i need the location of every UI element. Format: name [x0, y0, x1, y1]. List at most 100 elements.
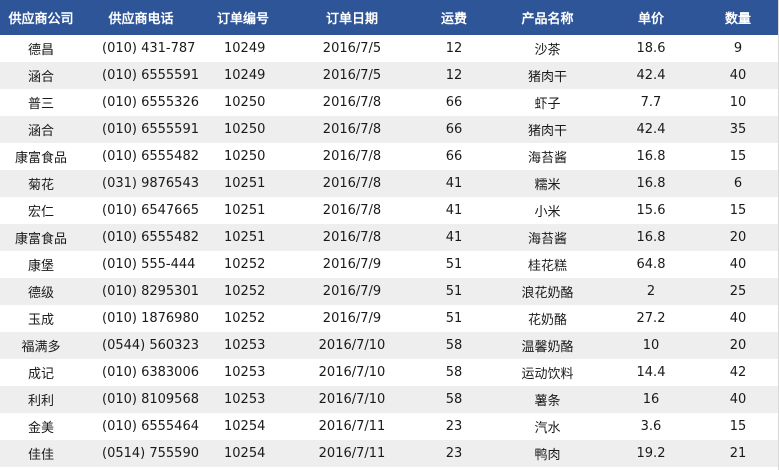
- order-date-cell: 2016/7/11: [318, 446, 386, 461]
- table-row[interactable]: 菊花 (031) 9876543 10251 2016/7/8 41 糯米 16.8 6: [0, 170, 778, 197]
- quantity-cell: 35: [729, 122, 747, 137]
- order-date-cell: 2016/7/8: [322, 230, 382, 245]
- product-name-cell: 浪花奶酪: [521, 286, 574, 301]
- order-date-cell: 2016/7/8: [322, 122, 382, 137]
- supplier-phone-cell: (0514) 755590: [102, 446, 199, 461]
- supplier-phone-cell: (010) 6555464: [102, 419, 199, 434]
- table-row[interactable]: 普三 (010) 6555326 10250 2016/7/8 66 虾子 7.7 10: [0, 89, 778, 116]
- header-freight[interactable]: 运费: [418, 0, 490, 35]
- quantity-cell: 21: [729, 446, 747, 461]
- unit-price-cell: 16.8: [636, 176, 666, 191]
- supplier-company-cell: 康富食品: [14, 232, 67, 247]
- freight-cell: 41: [445, 176, 463, 191]
- supplier-company-cell: 福满多: [21, 340, 61, 355]
- data-table-container: 供应商公司 供应商电话 订单编号 订单日期 运费 产品名称 单价 数量 德昌 (0…: [0, 0, 779, 470]
- header-unit-price[interactable]: 单价: [605, 0, 697, 35]
- table-row[interactable]: 康富食品 (010) 6555482 10250 2016/7/8 66 海苔酱 16.8 1…: [0, 143, 778, 170]
- supplier-phone-cell: (0544) 560323: [102, 338, 199, 353]
- order-id-cell: 10252: [224, 257, 266, 272]
- header-supplier-company[interactable]: 供应商公司: [0, 0, 82, 35]
- table-row[interactable]: 福满多 (0544) 560323 10253 2016/7/10 58 温馨奶酪 10 20: [0, 332, 778, 359]
- freight-cell: 51: [445, 284, 463, 299]
- table-row[interactable]: 金美 (010) 6555464 10254 2016/7/11 23 汽水 3.6 15: [0, 413, 778, 440]
- order-date-cell: 2016/7/9: [322, 284, 382, 299]
- header-product-name[interactable]: 产品名称: [490, 0, 605, 35]
- header-order-date[interactable]: 订单日期: [286, 0, 418, 35]
- table-row[interactable]: 康堡 (010) 555-444 10252 2016/7/9 51 桂花糕 64.8 40: [0, 251, 778, 278]
- order-id-cell: 10250: [224, 149, 266, 164]
- order-date-cell: 2016/7/8: [322, 95, 382, 110]
- order-date-cell: 2016/7/11: [318, 419, 386, 434]
- unit-price-cell: 42.4: [636, 122, 666, 137]
- quantity-cell: 15: [729, 149, 747, 164]
- unit-price-cell: 16.8: [636, 149, 666, 164]
- unit-price-cell: 19.2: [636, 446, 666, 461]
- freight-cell: 58: [445, 365, 463, 380]
- product-name-cell: 温馨奶酪: [521, 340, 574, 355]
- product-name-cell: 汽水: [534, 421, 561, 436]
- order-id-cell: 10250: [224, 95, 266, 110]
- order-id-cell: 10249: [224, 41, 266, 56]
- supplier-company-cell: 德级: [27, 286, 54, 301]
- product-name-cell: 小米: [534, 205, 561, 220]
- product-name-cell: 海苔酱: [527, 232, 567, 247]
- supplier-company-cell: 佳佳: [27, 448, 54, 463]
- quantity-cell: 40: [729, 68, 747, 83]
- header-quantity[interactable]: 数量: [697, 0, 778, 35]
- supplier-company-cell: 康堡: [27, 259, 54, 274]
- table-row[interactable]: 涵合 (010) 6555591 10250 2016/7/8 66 猪肉干 42.4 35: [0, 116, 778, 143]
- order-date-cell: 2016/7/8: [322, 149, 382, 164]
- table-row[interactable]: 成记 (010) 6383006 10253 2016/7/10 58 运动饮料 14.4 4…: [0, 359, 778, 386]
- supplier-company-cell: 涵合: [27, 124, 54, 139]
- table-row[interactable]: 玉成 (010) 1876980 10252 2016/7/9 51 花奶酪 27.2 40: [0, 305, 778, 332]
- table-row[interactable]: 德昌 (010) 431-787 10249 2016/7/5 12 沙茶 18.6 9: [0, 35, 778, 62]
- unit-price-cell: 16.8: [636, 230, 666, 245]
- unit-price-cell: 64.8: [636, 257, 666, 272]
- supplier-company-cell: 宏仁: [27, 205, 54, 220]
- order-id-cell: 10253: [224, 365, 266, 380]
- unit-price-cell: 14.4: [636, 365, 666, 380]
- header-supplier-phone[interactable]: 供应商电话: [82, 0, 200, 35]
- supplier-company-cell: 利利: [27, 394, 54, 409]
- freight-cell: 58: [445, 392, 463, 407]
- freight-cell: 66: [445, 95, 463, 110]
- table-row[interactable]: 佳佳 (0514) 755590 10254 2016/7/11 23 鸭肉 19.2 21: [0, 440, 778, 467]
- supplier-company-cell: 涵合: [27, 70, 54, 85]
- order-table: 供应商公司 供应商电话 订单编号 订单日期 运费 产品名称 单价 数量 德昌 (0…: [0, 0, 778, 467]
- supplier-company-cell: 菊花: [27, 178, 54, 193]
- supplier-company-cell: 金美: [27, 421, 54, 436]
- product-name-cell: 花奶酪: [527, 313, 567, 328]
- quantity-cell: 15: [729, 203, 747, 218]
- freight-cell: 23: [445, 446, 463, 461]
- freight-cell: 51: [445, 311, 463, 326]
- product-name-cell: 虾子: [534, 97, 561, 112]
- product-name-cell: 沙茶: [534, 43, 561, 58]
- order-date-cell: 2016/7/10: [318, 392, 386, 407]
- supplier-phone-cell: (010) 8109568: [102, 392, 199, 407]
- order-date-cell: 2016/7/8: [322, 176, 382, 191]
- supplier-phone-cell: (010) 1876980: [102, 311, 199, 326]
- product-name-cell: 桂花糕: [527, 259, 567, 274]
- quantity-cell: 9: [733, 41, 743, 56]
- table-row[interactable]: 宏仁 (010) 6547665 10251 2016/7/8 41 小米 15.6 15: [0, 197, 778, 224]
- table-header-row: 供应商公司 供应商电话 订单编号 订单日期 运费 产品名称 单价 数量: [0, 0, 778, 35]
- freight-cell: 41: [445, 203, 463, 218]
- supplier-phone-cell: (010) 6547665: [102, 203, 199, 218]
- order-date-cell: 2016/7/5: [322, 68, 382, 83]
- product-name-cell: 薯条: [534, 394, 561, 409]
- supplier-phone-cell: (010) 6555482: [102, 230, 199, 245]
- order-id-cell: 10251: [224, 203, 266, 218]
- table-row[interactable]: 涵合 (010) 6555591 10249 2016/7/5 12 猪肉干 42.4 40: [0, 62, 778, 89]
- table-row[interactable]: 康富食品 (010) 6555482 10251 2016/7/8 41 海苔酱 16.8 2…: [0, 224, 778, 251]
- supplier-phone-cell: (031) 9876543: [102, 176, 199, 191]
- header-order-id[interactable]: 订单编号: [200, 0, 286, 35]
- supplier-company-cell: 德昌: [27, 43, 54, 58]
- supplier-phone-cell: (010) 431-787: [102, 41, 196, 56]
- freight-cell: 12: [445, 41, 463, 56]
- quantity-cell: 6: [733, 176, 743, 191]
- freight-cell: 66: [445, 149, 463, 164]
- table-row[interactable]: 德级 (010) 8295301 10252 2016/7/9 51 浪花奶酪 2 25: [0, 278, 778, 305]
- product-name-cell: 猪肉干: [527, 70, 567, 85]
- order-date-cell: 2016/7/5: [322, 41, 382, 56]
- table-row[interactable]: 利利 (010) 8109568 10253 2016/7/10 58 薯条 16 40: [0, 386, 778, 413]
